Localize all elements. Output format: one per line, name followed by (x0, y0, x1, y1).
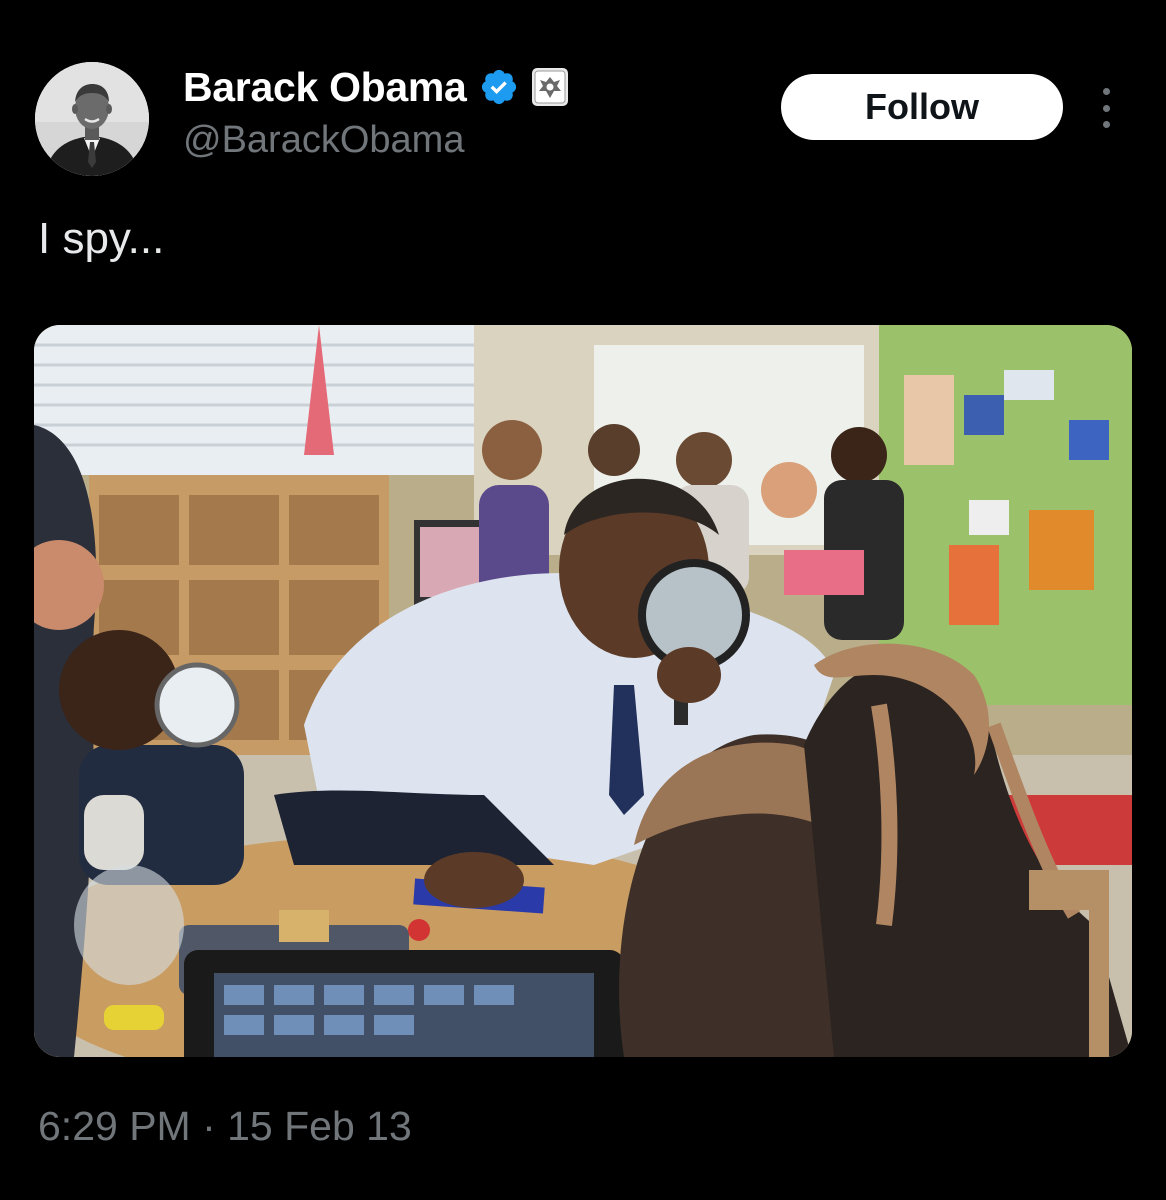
author-handle[interactable]: @BarackObama (183, 119, 464, 162)
tweet-timestamp[interactable]: 6:29 PM · 15 Feb 13 (38, 1103, 412, 1150)
more-options-icon[interactable] (1094, 88, 1118, 128)
follow-button[interactable]: Follow (781, 74, 1063, 140)
classroom-photo-image (34, 325, 1132, 1057)
avatar-image (35, 62, 149, 176)
seal-icon[interactable] (531, 67, 569, 107)
author-display-name[interactable]: Barack Obama (183, 64, 467, 111)
author-name-row: Barack Obama (183, 62, 569, 112)
verified-badge-icon[interactable] (479, 67, 519, 107)
more-dot (1102, 104, 1110, 112)
more-dot (1102, 121, 1110, 128)
tweet-photo[interactable] (34, 325, 1132, 1057)
more-dot (1102, 88, 1110, 95)
tweet: Barack Obama @BarackObama Follow I spy..… (0, 0, 1166, 1200)
avatar[interactable] (35, 62, 149, 176)
tweet-text: I spy... (38, 214, 165, 263)
